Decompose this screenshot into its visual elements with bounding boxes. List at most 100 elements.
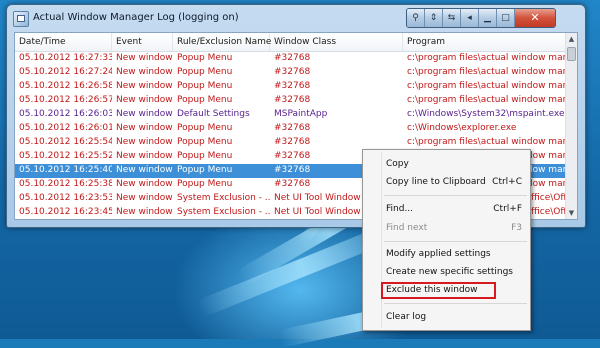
- minimize-to-tray-icon[interactable]: ◂: [461, 9, 479, 27]
- menu-item-label: Create new specific settings: [386, 267, 513, 277]
- pin-icon[interactable]: ⚲: [407, 9, 425, 27]
- cell-datetime: 05.10.2012 16:25:40.057: [19, 165, 112, 175]
- minimize-button[interactable]: ▁: [479, 9, 497, 27]
- column-header-event[interactable]: Event: [112, 33, 173, 51]
- cell-program: c:\program files\actual window mana...: [407, 53, 566, 63]
- cell-event: New window: [116, 123, 173, 133]
- close-button[interactable]: ✕: [515, 9, 555, 27]
- cell-datetime: 05.10.2012 16:26:01.493: [19, 123, 112, 133]
- column-header-class[interactable]: Window Class: [270, 33, 403, 51]
- cell-class: MSPaintApp: [274, 109, 328, 119]
- cell-rule: System Exclusion - ...: [177, 207, 270, 217]
- menu-item-label: Find...: [386, 204, 414, 214]
- menu-item-create-settings[interactable]: Create new specific settings: [386, 264, 524, 280]
- cell-class: #32768: [274, 53, 311, 63]
- cell-event: New window: [116, 81, 173, 91]
- cell-event: New window: [116, 151, 173, 161]
- column-header-rule[interactable]: Rule/Exclusion Name: [173, 33, 271, 51]
- cell-event: New window: [116, 109, 173, 119]
- cell-event: New window: [116, 137, 173, 147]
- menu-item-find[interactable]: Find... Ctrl+F: [386, 201, 524, 217]
- cell-datetime: 05.10.2012 16:27:33.696: [19, 53, 112, 63]
- cell-rule: Popup Menu: [177, 179, 233, 189]
- menu-item-label: Modify applied settings: [386, 249, 491, 259]
- menu-item-label: Copy line to Clipboard: [386, 177, 486, 187]
- cell-event: New window: [116, 53, 173, 63]
- menu-item-shortcut: F3: [511, 223, 522, 233]
- table-row[interactable]: 05.10.2012 16:25:54.071 New window Popup M…: [15, 136, 566, 150]
- cell-class: #32768: [274, 95, 311, 105]
- cell-rule: Popup Menu: [177, 95, 233, 105]
- menu-gutter: [381, 152, 382, 328]
- table-row[interactable]: 05.10.2012 16:27:33.696 New window Popup M…: [15, 52, 566, 66]
- menu-item-label: Find next: [386, 223, 428, 233]
- cell-program: c:\Windows\explorer.exe: [407, 123, 517, 133]
- scroll-down-icon[interactable]: ▼: [566, 207, 577, 219]
- cell-event: New window: [116, 95, 173, 105]
- column-header-program[interactable]: Program: [403, 33, 566, 51]
- maximize-button[interactable]: □: [497, 9, 515, 27]
- cell-class: #32768: [274, 67, 311, 77]
- cell-datetime: 05.10.2012 16:23:53.754: [19, 193, 112, 203]
- cell-event: New window: [116, 179, 173, 189]
- menu-item-shortcut: Ctrl+F: [493, 204, 522, 214]
- app-icon[interactable]: [13, 11, 29, 27]
- cell-rule: System Exclusion - ...: [177, 193, 270, 203]
- cell-program: c:\program files\actual window mana...: [407, 95, 566, 105]
- cell-event: New window: [116, 193, 173, 203]
- cell-rule: Popup Menu: [177, 123, 233, 133]
- cell-datetime: 05.10.2012 16:26:58.211: [19, 81, 112, 91]
- menu-item-label: Copy: [386, 159, 409, 169]
- cell-class: #32768: [274, 137, 311, 147]
- title-buttons: ⚲ ⇕ ⇆ ◂ ▁ □ ✕: [406, 8, 556, 28]
- cell-event: New window: [116, 165, 173, 175]
- cell-rule: Popup Menu: [177, 165, 233, 175]
- column-header-datetime[interactable]: Date/Time: [15, 33, 112, 51]
- cell-program: c:\program files\actual window mana...: [407, 137, 566, 147]
- menu-item-clear-log[interactable]: Clear log: [386, 309, 524, 325]
- window-title: Actual Window Manager Log (logging on): [33, 12, 239, 23]
- vertical-scrollbar[interactable]: ▲ ▼: [565, 33, 577, 219]
- cell-rule: Popup Menu: [177, 67, 233, 77]
- menu-separator: [384, 241, 527, 242]
- scrollbar-thumb[interactable]: [567, 47, 576, 61]
- table-row[interactable]: 05.10.2012 16:26:58.211 New window Popup M…: [15, 80, 566, 94]
- table-row[interactable]: 05.10.2012 16:27:24.196 New window Popup M…: [15, 66, 566, 80]
- menu-item-find-next: Find next F3: [386, 220, 524, 236]
- table-row[interactable]: 05.10.2012 16:26:03.633 New window Default…: [15, 108, 566, 122]
- cell-rule: Default Settings: [177, 109, 250, 119]
- cell-datetime: 05.10.2012 16:26:57.008: [19, 95, 112, 105]
- cell-event: New window: [116, 67, 173, 77]
- transparency-icon[interactable]: ⇆: [443, 9, 461, 27]
- table-header: Date/Time Event Rule/Exclusion Name Wind…: [15, 33, 566, 52]
- title-bar[interactable]: Actual Window Manager Log (logging on) ⚲…: [7, 5, 585, 31]
- cell-class: #32768: [274, 81, 311, 91]
- cell-rule: Popup Menu: [177, 137, 233, 147]
- cell-datetime: 05.10.2012 16:25:52.211: [19, 151, 112, 161]
- cell-rule: Popup Menu: [177, 53, 233, 63]
- cell-program: c:\Windows\System32\mspaint.exe: [407, 109, 565, 119]
- cell-datetime: 05.10.2012 16:27:24.196: [19, 67, 112, 77]
- cell-rule: Popup Menu: [177, 151, 233, 161]
- menu-item-modify-settings[interactable]: Modify applied settings: [386, 246, 524, 262]
- cell-event: New window: [116, 207, 173, 217]
- menu-item-copy[interactable]: Copy: [386, 156, 524, 172]
- table-row[interactable]: 05.10.2012 16:26:57.008 New window Popup M…: [15, 94, 566, 108]
- menu-item-label: Clear log: [386, 312, 427, 322]
- menu-item-copy-line[interactable]: Copy line to Clipboard Ctrl+C: [386, 174, 524, 190]
- menu-separator: [384, 303, 527, 304]
- highlight-box: [381, 282, 496, 299]
- menu-item-shortcut: Ctrl+C: [492, 177, 522, 187]
- menu-separator: [384, 195, 527, 196]
- rollup-icon[interactable]: ⇕: [425, 9, 443, 27]
- context-menu: Copy Copy line to Clipboard Ctrl+C Find.…: [362, 149, 531, 331]
- cell-rule: Popup Menu: [177, 81, 233, 91]
- cell-class: #32768: [274, 123, 311, 133]
- cell-program: c:\program files\actual window mana...: [407, 67, 566, 77]
- cell-datetime: 05.10.2012 16:23:45.539: [19, 207, 112, 217]
- table-row[interactable]: 05.10.2012 16:26:01.493 New window Popup M…: [15, 122, 566, 136]
- scroll-up-icon[interactable]: ▲: [566, 33, 577, 45]
- cell-datetime: 05.10.2012 16:25:38.149: [19, 179, 112, 189]
- cell-datetime: 05.10.2012 16:25:54.071: [19, 137, 112, 147]
- cell-program: c:\program files\actual window mana...: [407, 81, 566, 91]
